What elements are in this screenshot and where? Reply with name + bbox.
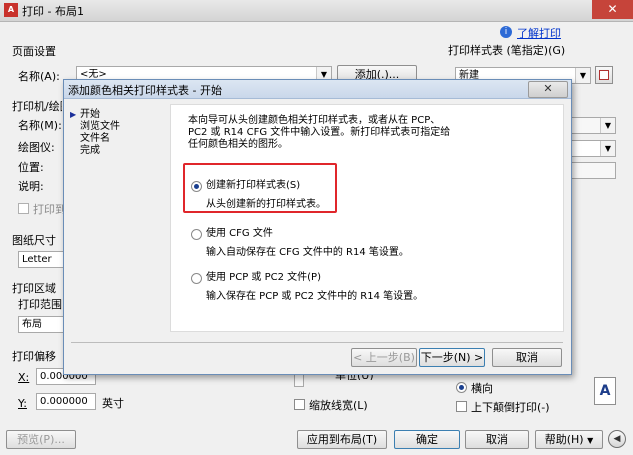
use-pcp-description: 输入保存在 PCP 或 PC2 文件中的 R14 笔设置。 — [206, 291, 424, 302]
plot-style-label: 打印样式表 (笔指定)(G) — [448, 44, 566, 57]
chevron-down-icon: ▼ — [575, 68, 590, 83]
info-icon: i — [500, 26, 512, 38]
upside-down-checkbox[interactable] — [456, 401, 467, 412]
scale-lineweights-checkbox[interactable] — [294, 399, 305, 410]
plot-area-label: 打印区域 — [12, 282, 56, 295]
ok-button[interactable]: 确定 — [394, 430, 460, 449]
use-cfg-radio[interactable] — [191, 229, 202, 240]
wizard-step-filename: 文件名 — [80, 133, 110, 144]
printer-name-label: 名称(M): — [18, 119, 62, 132]
plot-range-label: 打印范围 — [18, 298, 62, 311]
wizard-step-finish: 完成 — [80, 145, 100, 156]
cancel-button[interactable]: 取消 — [465, 430, 529, 449]
offset-unit-label: 英寸 — [102, 397, 124, 410]
scale-lineweights-label: 缩放线宽(L) — [309, 399, 368, 412]
page-setup-name-label: 名称(A): — [18, 70, 60, 83]
app-logo-icon: A — [4, 3, 18, 17]
offset-y-input[interactable]: 0.000000 — [36, 393, 96, 410]
plot-offset-label: 打印偏移 — [12, 350, 56, 363]
wizard-divider — [71, 342, 563, 343]
wizard-steps: 开始 浏览文件 文件名 完成 — [70, 109, 120, 157]
wizard-step-browse: 浏览文件 — [80, 121, 120, 132]
wizard-content-panel: 本向导可从头创建颜色相关打印样式表，或者从在 PCP、 PC2 或 R14 CF… — [170, 104, 564, 332]
chevron-down-icon: ▼ — [600, 141, 615, 156]
offset-y-label: Y: — [18, 397, 27, 410]
paper-size-label: 图纸尺寸 — [12, 234, 56, 247]
wizard-dialog: 添加颜色相关打印样式表 - 开始 ✕ 开始 浏览文件 文件名 完成 本向导可从头… — [63, 79, 572, 375]
shaded-viewport-select[interactable]: ▼ — [570, 117, 616, 134]
quality-select[interactable]: ▼ — [570, 140, 616, 157]
plotter-label: 绘图仪: — [18, 141, 55, 154]
window-title: 打印 - 布局1 — [22, 5, 84, 18]
help-button[interactable]: 帮助(H) ▼ — [535, 430, 603, 449]
edit-plot-style-button[interactable] — [595, 66, 613, 84]
printer-label: 打印机/绘图仪 — [12, 100, 62, 113]
window-titlebar: A 打印 - 布局1 ✕ — [0, 0, 633, 22]
help-label: 帮助(H) — [544, 433, 584, 446]
close-icon[interactable]: ✕ — [592, 0, 633, 19]
help-link[interactable]: 了解打印 — [517, 25, 561, 41]
selection-highlight-box — [183, 163, 337, 213]
wizard-title: 添加颜色相关打印样式表 - 开始 — [68, 84, 222, 97]
print-to-file-label: 打印到文件 — [33, 203, 63, 216]
dpi-field[interactable] — [570, 162, 616, 179]
page-setup-label: 页面设置 — [12, 45, 56, 58]
plot-range-value: 布局 — [22, 319, 42, 330]
use-cfg-label[interactable]: 使用 CFG 文件 — [206, 228, 273, 240]
back-button[interactable]: < 上一步(B) — [351, 348, 417, 367]
upside-down-label: 上下颠倒打印(-) — [471, 401, 550, 414]
paper-size-value: Letter — [22, 254, 52, 265]
plot-range-select[interactable]: 布局 — [18, 316, 64, 333]
wizard-intro-line3: 任何颜色相关的图形。 — [188, 139, 288, 150]
offset-y-value: 0.000000 — [40, 396, 88, 407]
location-label: 位置: — [18, 161, 44, 174]
apply-to-layout-button[interactable]: 应用到布局(T) — [297, 430, 387, 449]
wizard-intro-line2: PC2 或 R14 CFG 文件中输入设置。新打印样式表可指定给 — [188, 127, 451, 138]
landscape-label: 横向 — [471, 382, 493, 395]
wizard-intro-line1: 本向导可从头创建颜色相关打印样式表，或者从在 PCP、 — [188, 115, 441, 126]
description-label: 说明: — [18, 180, 44, 193]
chevron-down-icon: ▼ — [587, 436, 594, 445]
chevron-down-icon: ▼ — [600, 118, 615, 133]
next-button[interactable]: 下一步(N) > — [419, 348, 485, 367]
use-pcp-label[interactable]: 使用 PCP 或 PC2 文件(P) — [206, 272, 321, 284]
print-to-file-checkbox[interactable] — [18, 203, 29, 214]
wizard-titlebar: 添加颜色相关打印样式表 - 开始 ✕ — [64, 80, 571, 99]
offset-x-label: X: — [18, 371, 30, 384]
close-icon[interactable]: ✕ — [528, 81, 568, 98]
expand-arrow-icon[interactable]: ◀ — [608, 430, 626, 448]
landscape-radio[interactable] — [456, 382, 467, 393]
preview-button[interactable]: 预览(P)... — [6, 430, 76, 449]
wizard-cancel-button[interactable]: 取消 — [492, 348, 562, 367]
orientation-preview-icon: A — [594, 377, 616, 405]
plot-style-editor-icon — [599, 70, 609, 80]
wizard-step-start: 开始 — [70, 109, 120, 121]
paper-size-select[interactable]: Letter — [18, 251, 64, 268]
use-pcp-radio[interactable] — [191, 273, 202, 284]
use-cfg-description: 输入自动保存在 CFG 文件中的 R14 笔设置。 — [206, 247, 409, 258]
